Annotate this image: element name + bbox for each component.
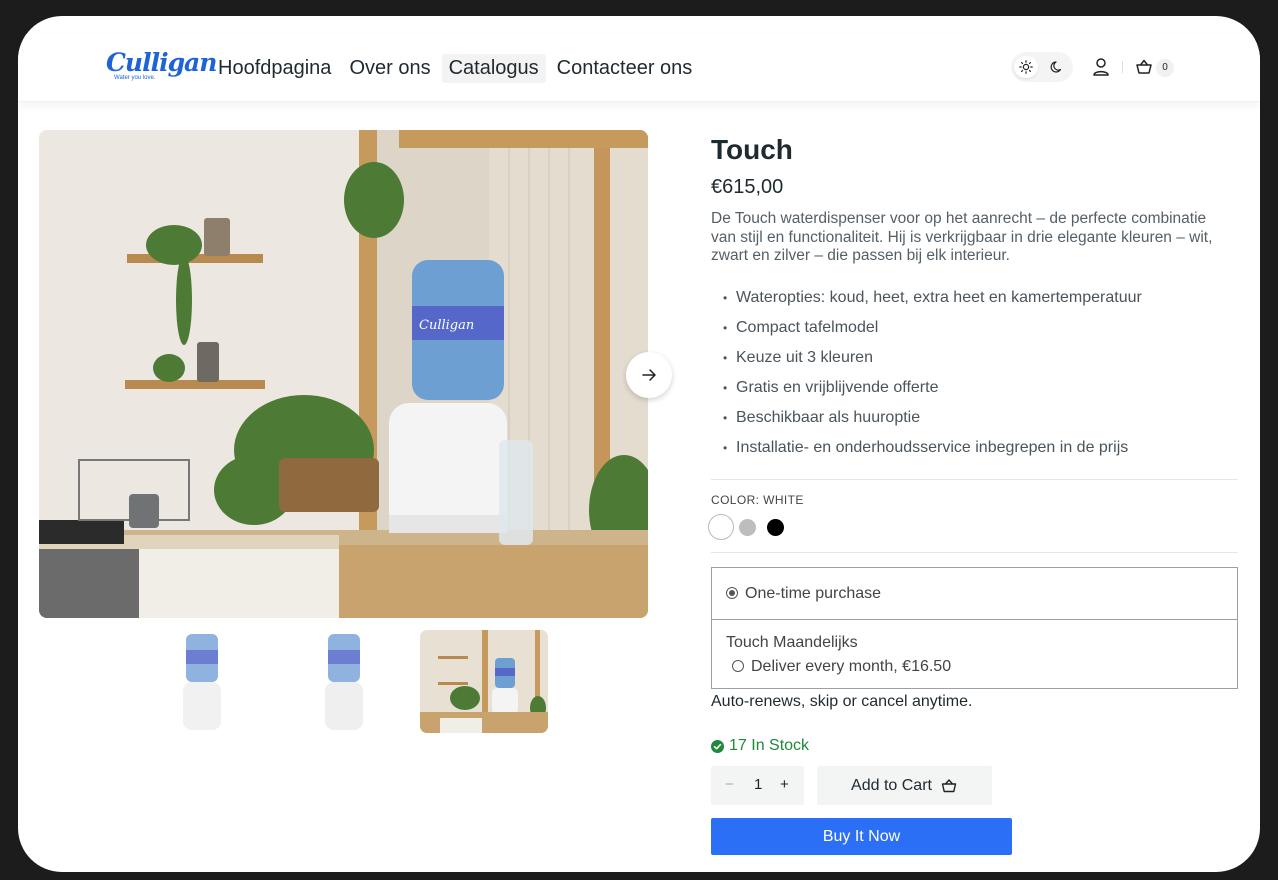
feature-item: Installatie- en onderhoudsservice inbegr…: [711, 438, 1142, 468]
site-header: Culligan Water you love. Hoofdpagina Ove…: [18, 34, 1260, 102]
purchase-options: One-time purchase Touch Maandelijks Deli…: [711, 567, 1238, 689]
quantity-stepper: − 1 +: [711, 766, 804, 805]
subscription-radio[interactable]: [732, 660, 744, 672]
divider: [711, 479, 1238, 480]
feature-item: Gratis en vrijblijvende offerte: [711, 378, 1142, 408]
stock-status: 17 In Stock: [711, 737, 809, 755]
gallery-next-arrow[interactable]: [626, 352, 672, 398]
product-title: Touch: [711, 134, 793, 165]
product-description: De Touch waterdispenser voor op het aanr…: [711, 210, 1213, 264]
cart-count-badge: 0: [1156, 59, 1174, 77]
color-swatch-white[interactable]: [708, 514, 734, 540]
arrow-right-icon: [642, 369, 656, 381]
user-icon[interactable]: [1091, 56, 1111, 78]
basket-icon[interactable]: [1134, 57, 1154, 77]
stock-text: 17 In Stock: [729, 737, 810, 754]
nav-item-catalogus[interactable]: Catalogus: [441, 54, 546, 83]
svg-text:Culligan: Culligan: [419, 318, 474, 333]
nav-item-contacteer-ons[interactable]: Contacteer ons: [550, 54, 700, 83]
header-divider: [1122, 61, 1123, 73]
main-nav: Hoofdpagina Over ons Catalogus Contactee…: [211, 54, 699, 83]
basket-icon: [941, 778, 957, 792]
browser-viewport: Culligan Water you love. Hoofdpagina Ove…: [18, 16, 1260, 872]
feature-item: Compact tafelmodel: [711, 318, 1142, 348]
one-time-label: One-time purchase: [745, 585, 882, 602]
subscription-option-label[interactable]: Deliver every month, €16.50: [751, 658, 951, 676]
one-time-purchase-option[interactable]: One-time purchase: [712, 568, 1237, 620]
add-to-cart-label: Add to Cart: [851, 776, 932, 794]
add-to-cart-button[interactable]: Add to Cart: [817, 766, 992, 805]
feature-item: Wateropties: koud, heet, extra heet en k…: [711, 288, 1142, 318]
gallery-thumbnail-1[interactable]: [138, 630, 266, 733]
quantity-increase-button[interactable]: +: [780, 776, 789, 793]
nav-item-over-ons[interactable]: Over ons: [342, 54, 437, 83]
device-frame: Culligan Water you love. Hoofdpagina Ove…: [0, 0, 1278, 880]
renew-note: Auto-renews, skip or cancel anytime.: [711, 693, 973, 710]
moon-icon[interactable]: [1045, 56, 1069, 78]
buy-it-now-button[interactable]: Buy It Now: [711, 818, 1012, 855]
one-time-radio[interactable]: [726, 587, 738, 599]
nav-item-hoofdpagina[interactable]: Hoofdpagina: [211, 54, 338, 83]
product-main-image[interactable]: Culligan: [39, 130, 648, 618]
color-swatch-black[interactable]: [767, 519, 784, 536]
brand-logo-wordmark: Culligan: [106, 48, 217, 77]
gallery-thumbnail-2[interactable]: [280, 630, 408, 733]
divider: [711, 552, 1238, 553]
quantity-value[interactable]: 1: [754, 776, 762, 793]
brand-logo-tagline: Water you love.: [114, 75, 156, 81]
subscription-title: Touch Maandelijks: [726, 634, 858, 651]
sun-icon[interactable]: [1014, 56, 1038, 78]
theme-toggle: [1011, 52, 1073, 82]
color-label: COLOR: WHITE: [711, 493, 804, 507]
check-circle-icon: [711, 739, 724, 753]
feature-list: Wateropties: koud, heet, extra heet en k…: [711, 288, 1142, 468]
feature-item: Keuze uit 3 kleuren: [711, 348, 1142, 378]
product-price: €615,00: [711, 176, 784, 198]
brand-logo[interactable]: Culligan Water you love.: [106, 48, 217, 86]
gallery-thumbnail-3[interactable]: [420, 630, 548, 733]
color-swatch-silver[interactable]: [739, 519, 756, 536]
feature-item: Beschikbaar als huuroptie: [711, 408, 1142, 438]
kitchen-scene-illustration: Culligan: [39, 130, 648, 618]
quantity-decrease-button[interactable]: −: [725, 776, 734, 793]
